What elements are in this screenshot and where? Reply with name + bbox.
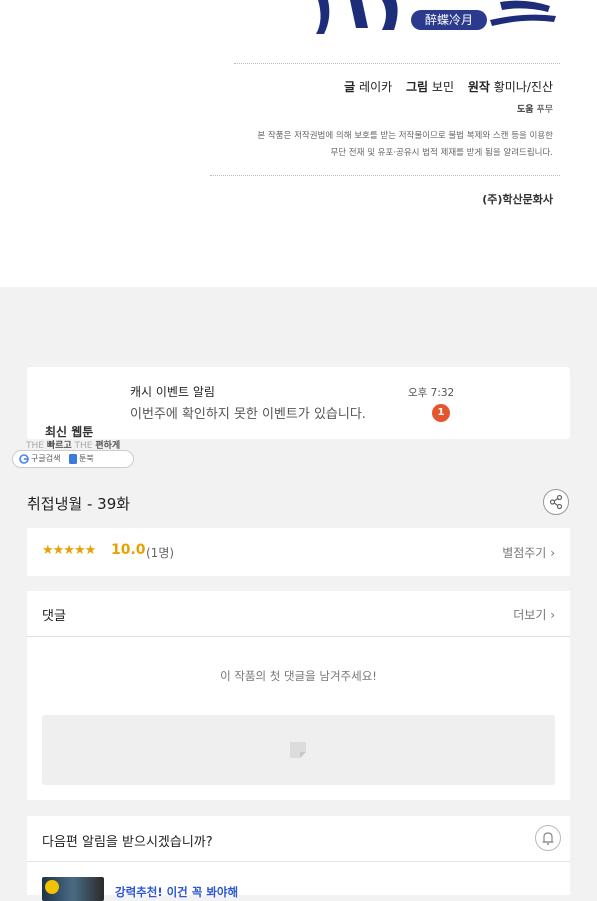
comments-more-button[interactable]: 더보기 › — [513, 606, 555, 623]
rating-card: ★★★★★ 10.0 (1명) 별점주기 › — [27, 528, 570, 576]
rating-stars: ★★★★★ — [42, 543, 96, 558]
artist-label: 그림 — [405, 80, 429, 94]
comments-card: 댓글 더보기 › 이 작품의 첫 댓글을 남겨주세요! — [27, 591, 570, 800]
share-icon — [549, 494, 563, 510]
cash-event-notification[interactable]: 캐시 이벤트 알림 이번주에 확인하지 못한 이벤트가 있습니다. 오후 7:3… — [27, 367, 570, 439]
promo-link[interactable]: 강력추천! 이건 꼭 봐야해 — [115, 884, 238, 900]
rate-button-label: 별점주기 — [502, 546, 547, 560]
notification-title: 캐시 이벤트 알림 — [130, 385, 215, 399]
artist-name: 보민 — [431, 80, 454, 94]
assist-label: 도움 — [517, 105, 534, 115]
comment-input-box[interactable] — [42, 715, 555, 785]
toonbook-icon — [69, 454, 77, 464]
original-name: 황미나/진산 — [493, 80, 553, 94]
next-episode-question: 다음편 알림을 받으시겠습니까? — [42, 835, 213, 850]
next-episode-alert-card: 다음편 알림을 받으시겠습니까? 강력추천! 이건 꼭 봐야해 — [27, 816, 570, 901]
assist-line: 도움 푸무 — [517, 102, 553, 115]
chevron-right-icon: › — [550, 608, 555, 622]
image-placeholder-icon — [290, 742, 306, 758]
episode-title: 취접냉월 - 39화 — [27, 495, 131, 513]
banner-search-pill[interactable]: 구글검색 툰북 — [12, 450, 134, 468]
notification-time: 오후 7:32 — [408, 387, 455, 399]
notice-line-1: 본 작품은 저작권법에 의해 보호를 받는 저작물이므로 불법 복제와 스캔 등… — [257, 131, 553, 141]
pill-google-label: 구글검색 — [31, 454, 61, 463]
rate-button[interactable]: 별점주기 › — [502, 544, 555, 561]
rating-count: (1명) — [146, 546, 175, 560]
episode-end-panel: 醉蝶冷月 글 레이카 그림 보민 원작 황미나/진산 도움 푸무 본 작품은 저… — [0, 0, 597, 287]
writer-name: 레이카 — [359, 80, 393, 94]
pill-toonbook-label: 툰북 — [79, 454, 94, 463]
share-button[interactable] — [543, 489, 569, 515]
comments-more-label: 더보기 — [513, 608, 547, 622]
divider — [234, 63, 560, 64]
notify-button[interactable] — [535, 825, 561, 851]
divider — [210, 175, 560, 176]
bell-icon — [542, 832, 554, 845]
google-icon — [19, 454, 29, 464]
rating-score: 10.0 — [111, 542, 146, 558]
assist-name: 푸무 — [536, 105, 553, 115]
comments-title: 댓글 — [42, 609, 66, 624]
divider — [27, 861, 570, 862]
notification-body: 이번주에 확인하지 못한 이벤트가 있습니다. — [130, 407, 366, 422]
writer-label: 글 — [344, 80, 356, 94]
credits-line: 글 레이카 그림 보민 원작 황미나/진산 — [344, 78, 553, 95]
chevron-right-icon: › — [550, 546, 555, 560]
original-label: 원작 — [467, 80, 490, 94]
comments-header: 댓글 더보기 › — [27, 591, 570, 637]
comments-empty-message: 이 작품의 첫 댓글을 남겨주세요! — [220, 669, 377, 683]
promo-thumbnail[interactable] — [42, 877, 104, 901]
notice-line-2: 무단 전재 및 유포·공유시 법적 제재를 받게 됨을 알려드립니다. — [330, 148, 553, 158]
clock-icon — [45, 880, 59, 894]
subtitle-badge: 醉蝶冷月 — [411, 10, 487, 30]
copyright-notice: 본 작품은 저작권법에 의해 보호를 받는 저작물이므로 불법 복제와 스캔 등… — [257, 128, 553, 162]
publisher-name: (주)학산문화사 — [482, 193, 553, 206]
notification-count-badge: 1 — [432, 404, 450, 422]
